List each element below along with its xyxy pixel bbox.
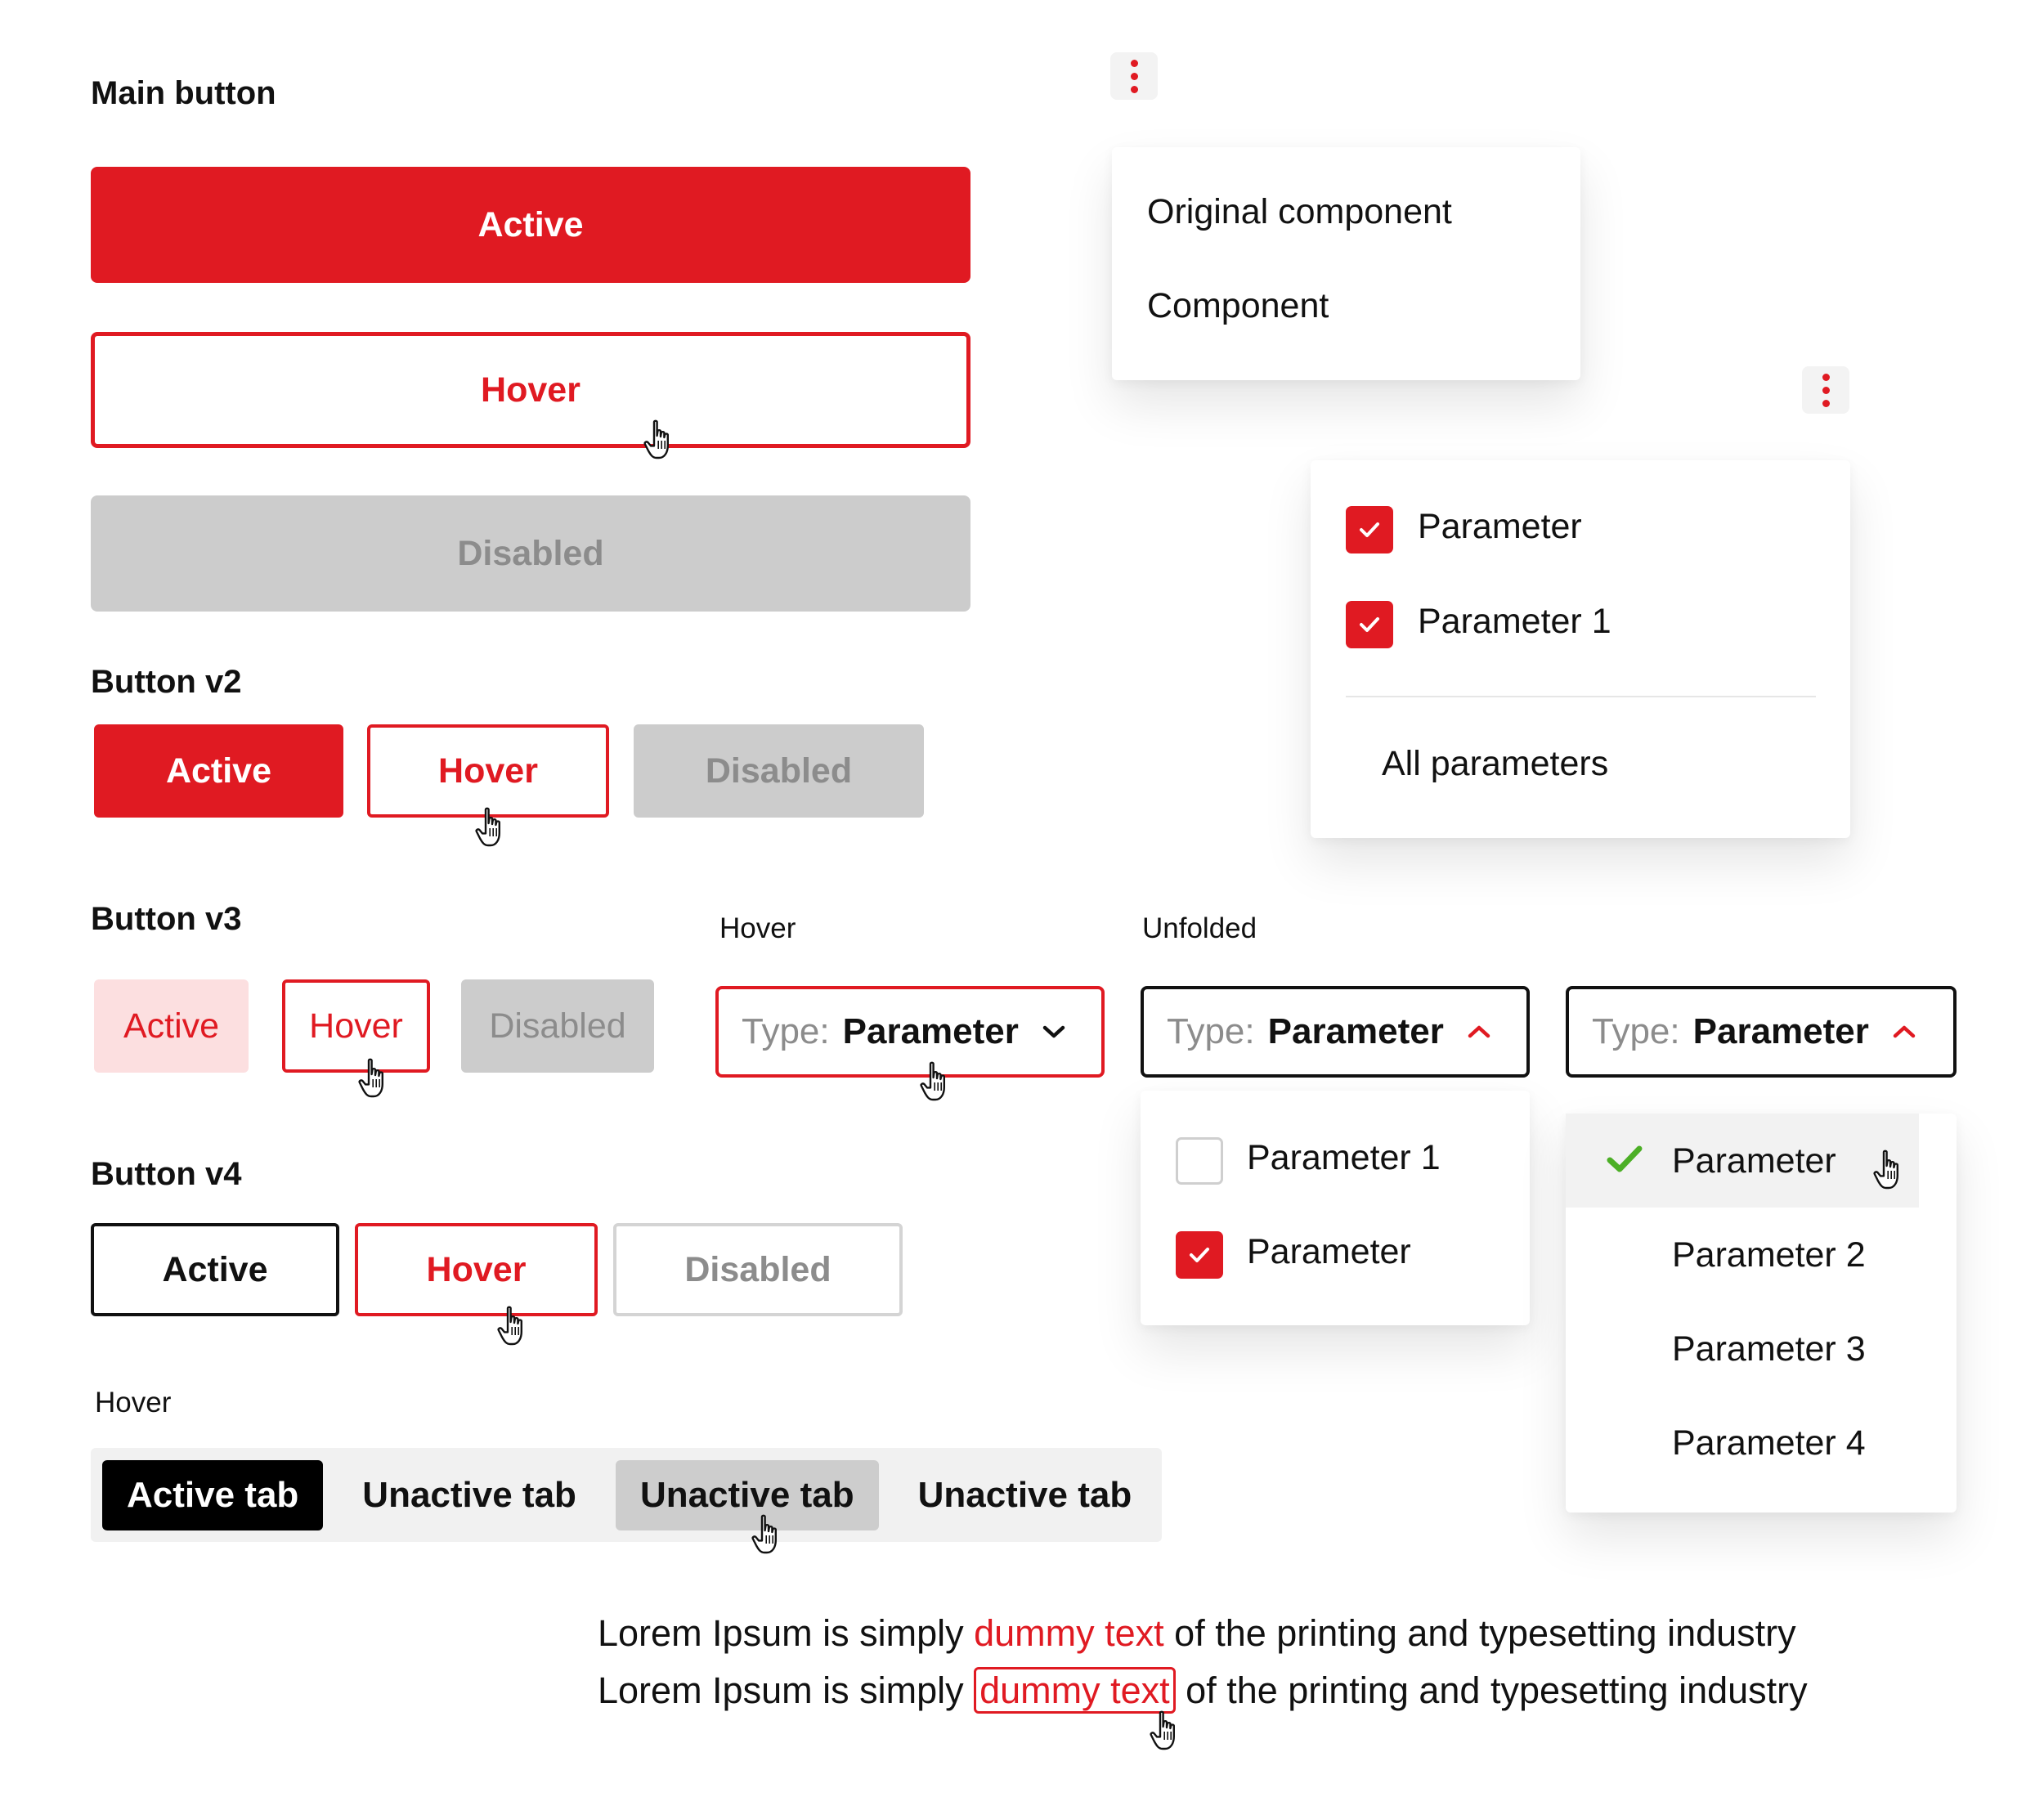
select-option-label[interactable]: Parameter — [1247, 1232, 1411, 1272]
hand-cursor-icon — [496, 1306, 532, 1348]
checkbox-checked[interactable] — [1176, 1231, 1223, 1279]
button-v2-active[interactable]: Active — [94, 724, 343, 818]
check-icon — [1190, 1248, 1209, 1262]
button-v4-title: Button v4 — [91, 1156, 242, 1192]
all-parameters-item[interactable]: All parameters — [1382, 744, 1608, 784]
hand-cursor-icon — [1872, 1150, 1908, 1192]
tab-unactive-hovered[interactable]: Unactive tab — [615, 1459, 879, 1530]
button-v2-hover[interactable]: Hover — [367, 724, 609, 818]
check-icon — [1360, 522, 1379, 537]
select-option[interactable]: Parameter 3 — [1672, 1329, 1866, 1369]
checkbox-checked[interactable] — [1346, 601, 1393, 648]
context-menu-item[interactable]: Original component — [1147, 192, 1452, 232]
tab-bar: Active tab Unactive tab Unactive tab Una… — [91, 1448, 1162, 1542]
context-menu-item[interactable]: Component — [1147, 286, 1329, 326]
select-label: Type: — [1592, 1011, 1680, 1051]
button-v4-hover[interactable]: Hover — [355, 1223, 598, 1316]
filter-option-label[interactable]: Parameter — [1418, 507, 1582, 547]
select-option-selected[interactable]: Parameter — [1672, 1141, 1836, 1181]
hand-cursor-icon — [357, 1058, 393, 1100]
button-v3-disabled[interactable]: Disabled — [461, 979, 654, 1073]
select-label: Type: — [1167, 1011, 1255, 1051]
context-menu: Original component Component — [1112, 147, 1580, 380]
select-option-label[interactable]: Parameter 1 — [1247, 1138, 1441, 1178]
button-v3-active[interactable]: Active — [94, 979, 249, 1073]
inline-link[interactable]: dummy text — [974, 1612, 1164, 1654]
hand-cursor-icon — [474, 807, 510, 849]
chevron-down-icon — [1042, 1024, 1066, 1040]
hand-cursor-icon — [751, 1514, 787, 1557]
button-v4-active[interactable]: Active — [91, 1223, 339, 1316]
select-unfolded[interactable]: Type: Parameter — [1141, 986, 1530, 1078]
main-button-active[interactable]: Active — [91, 167, 970, 283]
select-unfolded-list: Parameter 1 Parameter — [1141, 1091, 1530, 1325]
filter-menu: Parameter Parameter 1 All parameters — [1311, 460, 1850, 838]
select-single[interactable]: Type: Parameter — [1566, 986, 1957, 1078]
select-value: Parameter — [842, 1011, 1019, 1051]
main-button-disabled[interactable]: Disabled — [91, 495, 970, 612]
main-button-hover[interactable]: Hover — [91, 332, 970, 448]
select-option[interactable]: Parameter 4 — [1672, 1423, 1866, 1463]
text-after: of the printing and typesetting industry — [1175, 1669, 1808, 1711]
check-icon — [1607, 1145, 1643, 1172]
tab-unactive-3[interactable]: Unactive tab — [894, 1460, 1157, 1530]
select-unfolded-caption: Unfolded — [1142, 912, 1257, 944]
select-option[interactable]: Parameter 2 — [1672, 1235, 1866, 1275]
tabs-caption: Hover — [95, 1387, 172, 1418]
text-before: Lorem Ipsum is simply — [598, 1669, 975, 1711]
tab-active[interactable]: Active tab — [102, 1459, 324, 1530]
button-v3-hover[interactable]: Hover — [282, 979, 430, 1073]
button-v4-disabled[interactable]: Disabled — [613, 1223, 903, 1316]
filter-option-label[interactable]: Parameter 1 — [1418, 602, 1611, 642]
button-v2-title: Button v2 — [91, 664, 242, 700]
text-line-link: Lorem Ipsum is simply dummy text of the … — [598, 1612, 1796, 1655]
chevron-up-icon — [1467, 1024, 1491, 1040]
tab-unactive-1[interactable]: Unactive tab — [338, 1460, 601, 1530]
menu-divider — [1346, 696, 1816, 697]
main-button-title: Main button — [91, 75, 276, 111]
hand-cursor-icon — [919, 1061, 955, 1104]
check-icon — [1360, 617, 1379, 632]
button-v3-title: Button v3 — [91, 901, 242, 937]
select-label: Type: — [742, 1011, 830, 1051]
text-before: Lorem Ipsum is simply — [598, 1612, 975, 1654]
select-hover[interactable]: Type: Parameter — [715, 986, 1105, 1078]
checkbox-checked[interactable] — [1346, 506, 1393, 553]
select-hover-caption: Hover — [719, 912, 796, 944]
button-v2-disabled[interactable]: Disabled — [634, 724, 924, 818]
hand-cursor-icon — [643, 419, 679, 462]
kebab-menu-icon[interactable] — [1110, 52, 1158, 100]
text-line-link-hover: Lorem Ipsum is simply dummy text of the … — [598, 1667, 1808, 1714]
text-after: of the printing and typesetting industry — [1163, 1612, 1796, 1654]
inline-link-hover[interactable]: dummy text — [974, 1667, 1176, 1714]
hand-cursor-icon — [1149, 1710, 1185, 1753]
kebab-menu-icon[interactable] — [1802, 366, 1849, 414]
select-value: Parameter — [1692, 1011, 1869, 1051]
select-value: Parameter — [1267, 1011, 1444, 1051]
chevron-up-icon — [1892, 1024, 1916, 1040]
checkbox-unchecked[interactable] — [1176, 1137, 1223, 1185]
